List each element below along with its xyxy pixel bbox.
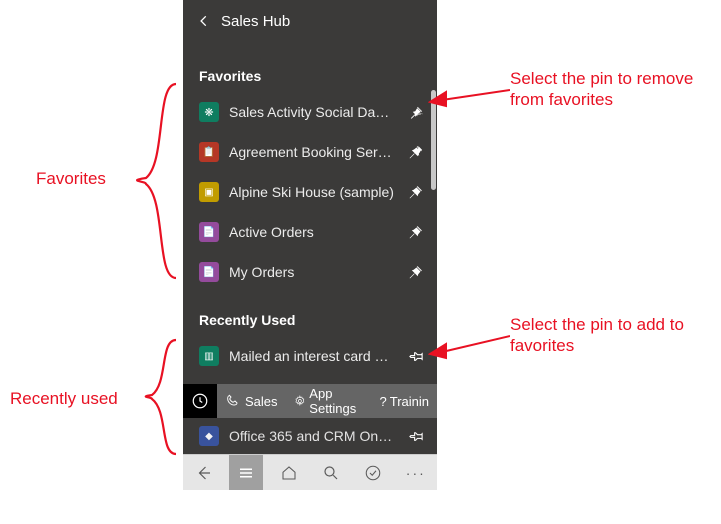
pin-icon[interactable] bbox=[405, 429, 427, 444]
unpin-icon[interactable] bbox=[405, 265, 427, 279]
list-item-label: Active Orders bbox=[219, 224, 405, 240]
training-area[interactable]: ? Trainin bbox=[372, 384, 438, 418]
app-header: Sales Hub bbox=[183, 0, 437, 42]
sales-area[interactable]: Sales bbox=[217, 384, 286, 418]
annotation-favorites: Favorites bbox=[36, 168, 106, 189]
activity-icon: ▥ bbox=[199, 346, 219, 366]
unpin-icon[interactable] bbox=[405, 145, 427, 159]
annotation-pin-add: Select the pin to add to favorites bbox=[510, 314, 710, 357]
brace-icon bbox=[110, 82, 180, 280]
back-icon[interactable] bbox=[193, 14, 215, 28]
list-item-label: My Orders bbox=[219, 264, 405, 280]
recent-heading: Recently Used bbox=[183, 304, 437, 336]
unpin-icon[interactable] bbox=[405, 185, 427, 199]
nav-search-icon[interactable] bbox=[314, 464, 348, 482]
settings-area[interactable]: App Settings bbox=[286, 384, 372, 418]
list-item-label: Alpine Ski House (sample) bbox=[219, 184, 405, 200]
account-icon: ▣ bbox=[199, 182, 219, 202]
area-label: Sales bbox=[245, 394, 278, 409]
annotation-recent: Recently used bbox=[10, 388, 118, 409]
brace-icon bbox=[122, 338, 180, 456]
favorite-item[interactable]: 📄 My Orders bbox=[183, 252, 437, 292]
recent-item[interactable]: ◆ Office 365 and CRM Online... bbox=[183, 416, 437, 454]
nav-task-icon[interactable] bbox=[356, 464, 390, 482]
arrow-icon bbox=[428, 84, 510, 108]
phone-frame: Sales Hub Favorites ❋ Sales Activity Soc… bbox=[183, 0, 437, 524]
unpin-icon[interactable] bbox=[405, 105, 427, 120]
list-item-label: Office 365 and CRM Online... bbox=[219, 428, 405, 444]
area-switcher: Sales App Settings ? Trainin bbox=[183, 384, 437, 418]
area-label: App Settings bbox=[309, 386, 363, 416]
pin-icon[interactable] bbox=[405, 349, 427, 364]
favorites-heading: Favorites bbox=[183, 60, 437, 92]
favorite-item[interactable]: ❋ Sales Activity Social Dashbo... bbox=[183, 92, 437, 132]
nav-menu-icon[interactable] bbox=[229, 455, 263, 490]
record-icon: ◆ bbox=[199, 426, 219, 446]
service-icon: 📋 bbox=[199, 142, 219, 162]
browser-nav: ··· bbox=[183, 454, 437, 490]
arrow-icon bbox=[428, 330, 510, 360]
sitemap-panel: Favorites ❋ Sales Activity Social Dashbo… bbox=[183, 42, 437, 454]
order-icon: 📄 bbox=[199, 222, 219, 242]
nav-more-icon[interactable]: ··· bbox=[399, 465, 433, 481]
favorite-item[interactable]: 📄 Active Orders bbox=[183, 212, 437, 252]
list-item-label: Mailed an interest card back... bbox=[219, 348, 405, 364]
nav-back-icon[interactable] bbox=[187, 464, 221, 482]
header-title: Sales Hub bbox=[221, 13, 290, 30]
annotation-pin-remove: Select the pin to remove from favorites bbox=[510, 68, 720, 111]
list-item-label: Agreement Booking Service ... bbox=[219, 144, 405, 160]
unpin-icon[interactable] bbox=[405, 225, 427, 239]
recent-item[interactable]: ▥ Mailed an interest card back... bbox=[183, 336, 437, 376]
nav-home-icon[interactable] bbox=[272, 464, 306, 482]
area-label: Trainin bbox=[390, 394, 429, 409]
favorite-item[interactable]: ▣ Alpine Ski House (sample) bbox=[183, 172, 437, 212]
order-icon: 📄 bbox=[199, 262, 219, 282]
list-item-label: Sales Activity Social Dashbo... bbox=[219, 104, 405, 120]
recent-tab[interactable] bbox=[183, 384, 217, 418]
favorite-item[interactable]: 📋 Agreement Booking Service ... bbox=[183, 132, 437, 172]
dashboard-icon: ❋ bbox=[199, 102, 219, 122]
